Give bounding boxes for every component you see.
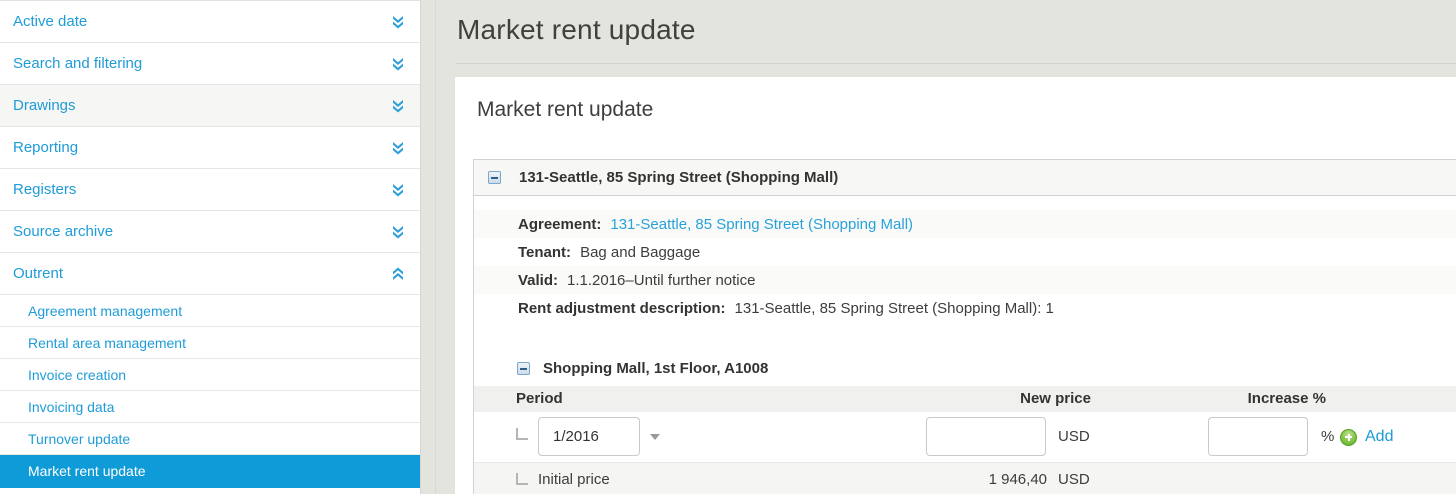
- field-row-rent-adjustment: Rent adjustment description: 131-Seattle…: [474, 294, 1456, 322]
- tree-branch-icon: [516, 428, 528, 440]
- period-input[interactable]: [538, 417, 640, 456]
- field-row-tenant: Tenant: Bag and Baggage: [474, 238, 1456, 266]
- sidebar-nav: Active date Search and filtering Drawing…: [0, 0, 421, 494]
- agreement-link[interactable]: 131-Seattle, 85 Spring Street (Shopping …: [610, 216, 913, 233]
- rental-area-subgroup: Shopping Mall, 1st Floor, A1008 Period N…: [474, 350, 1456, 494]
- main-content: Market rent update Market rent update 13…: [422, 0, 1456, 494]
- chevron-double-up-icon[interactable]: [392, 267, 404, 281]
- field-row-agreement: Agreement: 131-Seattle, 85 Spring Street…: [474, 210, 1456, 238]
- sidebar-subitem-label: Invoice creation: [28, 367, 126, 383]
- chevron-double-down-icon[interactable]: [392, 15, 404, 29]
- sidebar-subitem-label: Market rent update: [28, 463, 146, 479]
- sidebar-item-turnover-update[interactable]: Turnover update: [0, 423, 420, 455]
- chevron-double-down-icon[interactable]: [392, 183, 404, 197]
- rent-adjustment-label: Rent adjustment description:: [518, 300, 726, 317]
- initial-price-row: Initial price 1 946,40 USD: [474, 462, 1456, 494]
- sidebar-item-outrent[interactable]: Outrent: [0, 253, 420, 295]
- rent-table-header: Period New price Increase %: [474, 386, 1456, 412]
- sidebar-item-label: Outrent: [13, 265, 63, 282]
- page-title: Market rent update: [422, 0, 1456, 46]
- sidebar-item-search-and-filtering[interactable]: Search and filtering: [0, 43, 420, 85]
- sidebar-item-drawings[interactable]: Drawings: [0, 85, 420, 127]
- initial-price-value: 1 946,40: [847, 463, 1047, 494]
- chevron-double-down-icon[interactable]: [392, 225, 404, 239]
- title-divider: [456, 63, 1456, 64]
- market-rent-update-panel: Market rent update 131-Seattle, 85 Sprin…: [455, 77, 1456, 494]
- chevron-double-down-icon[interactable]: [392, 99, 404, 113]
- sidebar-item-source-archive[interactable]: Source archive: [0, 211, 420, 253]
- sidebar-item-invoicing-data[interactable]: Invoicing data: [0, 391, 420, 423]
- tree-branch-icon: [516, 473, 528, 485]
- tenant-value: Bag and Baggage: [580, 244, 700, 261]
- sidebar-item-label: Reporting: [13, 139, 78, 156]
- rental-area-title: Shopping Mall, 1st Floor, A1008: [543, 360, 768, 377]
- tenant-label: Tenant:: [518, 244, 571, 261]
- increase-percent-input[interactable]: [1208, 417, 1308, 456]
- rent-adjustment-value: 131-Seattle, 85 Spring Street (Shopping …: [735, 300, 1054, 317]
- plus-circle-icon: [1340, 429, 1357, 446]
- sidebar-item-label: Active date: [13, 13, 87, 30]
- sidebar-item-reporting[interactable]: Reporting: [0, 127, 420, 169]
- add-button[interactable]: Add: [1340, 412, 1393, 462]
- percent-sign-label: %: [1321, 412, 1334, 462]
- period-column-header: Period: [516, 390, 563, 407]
- new-price-column-header: New price: [891, 390, 1091, 407]
- increase-column-header: Increase %: [1126, 390, 1326, 407]
- sidebar-item-registers[interactable]: Registers: [0, 169, 420, 211]
- new-price-input[interactable]: [926, 417, 1046, 456]
- sidebar-item-rental-area-management[interactable]: Rental area management: [0, 327, 420, 359]
- rental-area-header: Shopping Mall, 1st Floor, A1008: [474, 350, 1456, 386]
- sidebar-subitem-label: Agreement management: [28, 303, 182, 319]
- chevron-double-down-icon[interactable]: [392, 57, 404, 71]
- app-window: Active date Search and filtering Drawing…: [0, 0, 1456, 494]
- sidebar-item-market-rent-update[interactable]: Market rent update: [0, 455, 420, 488]
- panel-heading: Market rent update: [455, 77, 1456, 122]
- sidebar-subitem-label: Invoicing data: [28, 399, 114, 415]
- sidebar-item-label: Search and filtering: [13, 55, 142, 72]
- sidebar-subitem-label: Turnover update: [28, 431, 130, 447]
- collapse-minus-icon[interactable]: [488, 171, 501, 184]
- agreement-fields: Agreement: 131-Seattle, 85 Spring Street…: [474, 210, 1456, 322]
- sidebar-item-label: Drawings: [13, 97, 76, 114]
- currency-label: USD: [1058, 412, 1090, 462]
- valid-label: Valid:: [518, 272, 558, 289]
- initial-price-label: Initial price: [538, 463, 610, 494]
- initial-price-currency: USD: [1058, 463, 1090, 494]
- field-row-valid: Valid: 1.1.2016–Until further notice: [474, 266, 1456, 294]
- sidebar-item-label: Registers: [13, 181, 76, 198]
- rent-edit-row: USD % Add: [474, 412, 1456, 462]
- chevron-double-down-icon[interactable]: [392, 141, 404, 155]
- sidebar-item-agreement-management[interactable]: Agreement management: [0, 295, 420, 327]
- agreement-group-header: 131-Seattle, 85 Spring Street (Shopping …: [474, 159, 1456, 196]
- sidebar-item-invoice-creation[interactable]: Invoice creation: [0, 359, 420, 391]
- add-button-label: Add: [1365, 428, 1393, 446]
- agreement-label: Agreement:: [518, 216, 601, 233]
- valid-value: 1.1.2016–Until further notice: [567, 272, 755, 289]
- collapse-minus-icon[interactable]: [517, 362, 530, 375]
- agreement-group-title: 131-Seattle, 85 Spring Street (Shopping …: [519, 169, 838, 186]
- period-dropdown-arrow-icon[interactable]: [650, 434, 660, 440]
- sidebar-item-active-date[interactable]: Active date: [0, 1, 420, 43]
- agreement-group: 131-Seattle, 85 Spring Street (Shopping …: [473, 159, 1456, 494]
- sidebar-subitem-label: Rental area management: [28, 335, 186, 351]
- sidebar-item-label: Source archive: [13, 223, 113, 240]
